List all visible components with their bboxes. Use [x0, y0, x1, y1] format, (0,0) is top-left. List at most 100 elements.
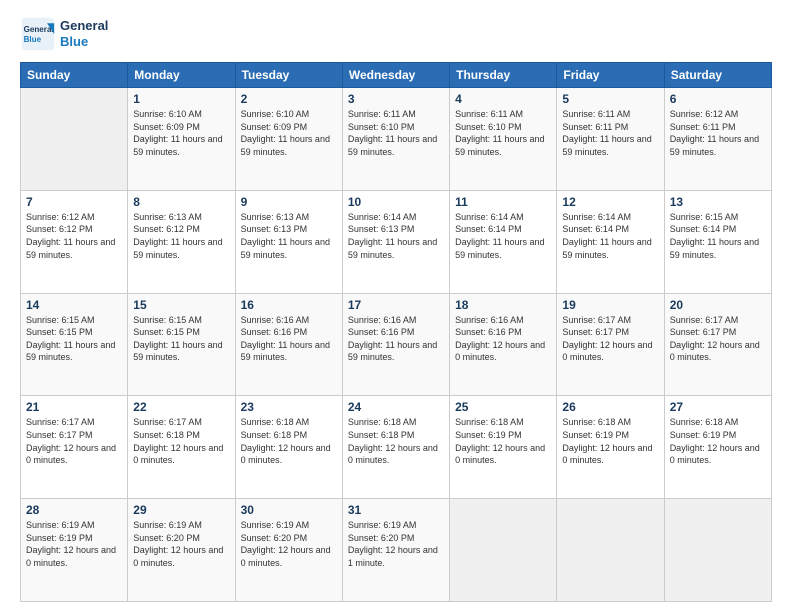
calendar-day-cell: 13 Sunrise: 6:15 AM Sunset: 6:14 PM Dayl… — [664, 190, 771, 293]
day-info: Sunrise: 6:13 AM Sunset: 6:12 PM Dayligh… — [133, 211, 229, 261]
weekday-header: Friday — [557, 63, 664, 88]
day-number: 22 — [133, 400, 229, 414]
calendar-day-cell: 15 Sunrise: 6:15 AM Sunset: 6:15 PM Dayl… — [128, 293, 235, 396]
day-info: Sunrise: 6:16 AM Sunset: 6:16 PM Dayligh… — [348, 314, 444, 364]
calendar-day-cell: 16 Sunrise: 6:16 AM Sunset: 6:16 PM Dayl… — [235, 293, 342, 396]
weekday-header: Tuesday — [235, 63, 342, 88]
calendar: SundayMondayTuesdayWednesdayThursdayFrid… — [20, 62, 772, 602]
calendar-day-cell: 4 Sunrise: 6:11 AM Sunset: 6:10 PM Dayli… — [450, 88, 557, 191]
calendar-week-row: 28 Sunrise: 6:19 AM Sunset: 6:19 PM Dayl… — [21, 499, 772, 602]
day-info: Sunrise: 6:12 AM Sunset: 6:11 PM Dayligh… — [670, 108, 766, 158]
calendar-day-cell: 17 Sunrise: 6:16 AM Sunset: 6:16 PM Dayl… — [342, 293, 449, 396]
calendar-day-cell: 21 Sunrise: 6:17 AM Sunset: 6:17 PM Dayl… — [21, 396, 128, 499]
calendar-day-cell: 7 Sunrise: 6:12 AM Sunset: 6:12 PM Dayli… — [21, 190, 128, 293]
day-number: 3 — [348, 92, 444, 106]
logo-blue: Blue — [60, 34, 108, 50]
calendar-week-row: 21 Sunrise: 6:17 AM Sunset: 6:17 PM Dayl… — [21, 396, 772, 499]
day-info: Sunrise: 6:18 AM Sunset: 6:19 PM Dayligh… — [562, 416, 658, 466]
day-number: 18 — [455, 298, 551, 312]
calendar-day-cell: 22 Sunrise: 6:17 AM Sunset: 6:18 PM Dayl… — [128, 396, 235, 499]
calendar-day-cell: 20 Sunrise: 6:17 AM Sunset: 6:17 PM Dayl… — [664, 293, 771, 396]
calendar-day-cell: 3 Sunrise: 6:11 AM Sunset: 6:10 PM Dayli… — [342, 88, 449, 191]
calendar-day-cell: 25 Sunrise: 6:18 AM Sunset: 6:19 PM Dayl… — [450, 396, 557, 499]
day-info: Sunrise: 6:19 AM Sunset: 6:20 PM Dayligh… — [133, 519, 229, 569]
calendar-day-cell: 27 Sunrise: 6:18 AM Sunset: 6:19 PM Dayl… — [664, 396, 771, 499]
calendar-day-cell: 24 Sunrise: 6:18 AM Sunset: 6:18 PM Dayl… — [342, 396, 449, 499]
day-info: Sunrise: 6:14 AM Sunset: 6:14 PM Dayligh… — [455, 211, 551, 261]
day-info: Sunrise: 6:18 AM Sunset: 6:19 PM Dayligh… — [670, 416, 766, 466]
calendar-header-row: SundayMondayTuesdayWednesdayThursdayFrid… — [21, 63, 772, 88]
calendar-week-row: 14 Sunrise: 6:15 AM Sunset: 6:15 PM Dayl… — [21, 293, 772, 396]
day-number: 30 — [241, 503, 337, 517]
svg-text:General: General — [24, 25, 54, 34]
day-number: 1 — [133, 92, 229, 106]
weekday-header: Saturday — [664, 63, 771, 88]
day-number: 31 — [348, 503, 444, 517]
svg-text:Blue: Blue — [24, 35, 42, 44]
calendar-day-cell: 2 Sunrise: 6:10 AM Sunset: 6:09 PM Dayli… — [235, 88, 342, 191]
weekday-header: Wednesday — [342, 63, 449, 88]
day-info: Sunrise: 6:17 AM Sunset: 6:17 PM Dayligh… — [562, 314, 658, 364]
day-info: Sunrise: 6:14 AM Sunset: 6:13 PM Dayligh… — [348, 211, 444, 261]
weekday-header: Monday — [128, 63, 235, 88]
day-number: 20 — [670, 298, 766, 312]
day-number: 23 — [241, 400, 337, 414]
logo: General Blue General Blue — [20, 16, 108, 52]
day-info: Sunrise: 6:15 AM Sunset: 6:15 PM Dayligh… — [133, 314, 229, 364]
day-info: Sunrise: 6:11 AM Sunset: 6:11 PM Dayligh… — [562, 108, 658, 158]
calendar-day-cell: 10 Sunrise: 6:14 AM Sunset: 6:13 PM Dayl… — [342, 190, 449, 293]
calendar-day-cell: 1 Sunrise: 6:10 AM Sunset: 6:09 PM Dayli… — [128, 88, 235, 191]
calendar-day-cell: 30 Sunrise: 6:19 AM Sunset: 6:20 PM Dayl… — [235, 499, 342, 602]
day-info: Sunrise: 6:10 AM Sunset: 6:09 PM Dayligh… — [133, 108, 229, 158]
day-number: 24 — [348, 400, 444, 414]
day-number: 21 — [26, 400, 122, 414]
calendar-day-cell: 26 Sunrise: 6:18 AM Sunset: 6:19 PM Dayl… — [557, 396, 664, 499]
day-info: Sunrise: 6:15 AM Sunset: 6:15 PM Dayligh… — [26, 314, 122, 364]
day-number: 19 — [562, 298, 658, 312]
day-info: Sunrise: 6:14 AM Sunset: 6:14 PM Dayligh… — [562, 211, 658, 261]
day-number: 7 — [26, 195, 122, 209]
day-number: 27 — [670, 400, 766, 414]
day-number: 10 — [348, 195, 444, 209]
calendar-day-cell: 8 Sunrise: 6:13 AM Sunset: 6:12 PM Dayli… — [128, 190, 235, 293]
day-info: Sunrise: 6:17 AM Sunset: 6:17 PM Dayligh… — [26, 416, 122, 466]
calendar-day-cell — [21, 88, 128, 191]
calendar-day-cell: 12 Sunrise: 6:14 AM Sunset: 6:14 PM Dayl… — [557, 190, 664, 293]
calendar-day-cell: 14 Sunrise: 6:15 AM Sunset: 6:15 PM Dayl… — [21, 293, 128, 396]
calendar-day-cell — [664, 499, 771, 602]
page: General Blue General Blue SundayMondayTu… — [0, 0, 792, 612]
weekday-header: Sunday — [21, 63, 128, 88]
calendar-day-cell: 9 Sunrise: 6:13 AM Sunset: 6:13 PM Dayli… — [235, 190, 342, 293]
day-number: 13 — [670, 195, 766, 209]
calendar-week-row: 7 Sunrise: 6:12 AM Sunset: 6:12 PM Dayli… — [21, 190, 772, 293]
day-number: 9 — [241, 195, 337, 209]
calendar-week-row: 1 Sunrise: 6:10 AM Sunset: 6:09 PM Dayli… — [21, 88, 772, 191]
day-number: 12 — [562, 195, 658, 209]
day-info: Sunrise: 6:15 AM Sunset: 6:14 PM Dayligh… — [670, 211, 766, 261]
day-info: Sunrise: 6:19 AM Sunset: 6:19 PM Dayligh… — [26, 519, 122, 569]
day-number: 14 — [26, 298, 122, 312]
day-number: 26 — [562, 400, 658, 414]
day-info: Sunrise: 6:10 AM Sunset: 6:09 PM Dayligh… — [241, 108, 337, 158]
calendar-day-cell: 31 Sunrise: 6:19 AM Sunset: 6:20 PM Dayl… — [342, 499, 449, 602]
calendar-day-cell: 5 Sunrise: 6:11 AM Sunset: 6:11 PM Dayli… — [557, 88, 664, 191]
day-number: 28 — [26, 503, 122, 517]
day-number: 16 — [241, 298, 337, 312]
calendar-day-cell: 11 Sunrise: 6:14 AM Sunset: 6:14 PM Dayl… — [450, 190, 557, 293]
day-info: Sunrise: 6:12 AM Sunset: 6:12 PM Dayligh… — [26, 211, 122, 261]
day-info: Sunrise: 6:11 AM Sunset: 6:10 PM Dayligh… — [455, 108, 551, 158]
calendar-day-cell: 23 Sunrise: 6:18 AM Sunset: 6:18 PM Dayl… — [235, 396, 342, 499]
day-info: Sunrise: 6:13 AM Sunset: 6:13 PM Dayligh… — [241, 211, 337, 261]
day-info: Sunrise: 6:18 AM Sunset: 6:19 PM Dayligh… — [455, 416, 551, 466]
day-info: Sunrise: 6:17 AM Sunset: 6:17 PM Dayligh… — [670, 314, 766, 364]
day-number: 17 — [348, 298, 444, 312]
day-number: 6 — [670, 92, 766, 106]
calendar-day-cell: 28 Sunrise: 6:19 AM Sunset: 6:19 PM Dayl… — [21, 499, 128, 602]
day-info: Sunrise: 6:19 AM Sunset: 6:20 PM Dayligh… — [348, 519, 444, 569]
day-number: 29 — [133, 503, 229, 517]
logo-general: General — [60, 18, 108, 34]
day-info: Sunrise: 6:16 AM Sunset: 6:16 PM Dayligh… — [241, 314, 337, 364]
logo-icon: General Blue — [20, 16, 56, 52]
day-number: 8 — [133, 195, 229, 209]
calendar-day-cell: 18 Sunrise: 6:16 AM Sunset: 6:16 PM Dayl… — [450, 293, 557, 396]
